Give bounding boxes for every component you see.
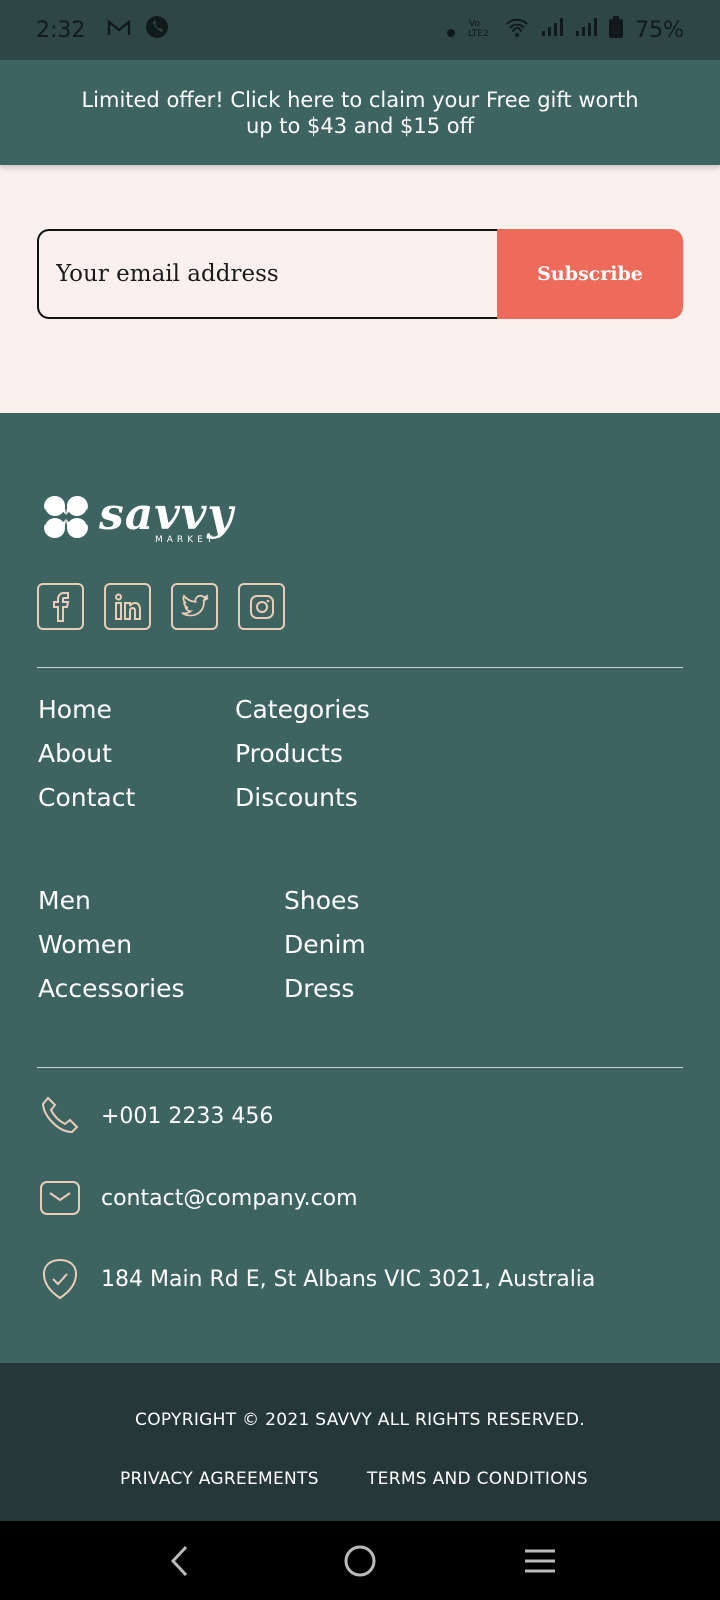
battery-percent: 75%	[635, 17, 684, 43]
contact-address-row: 184 Main Rd E, St Albans VIC 3021, Austr…	[37, 1256, 595, 1302]
contact-phone-row[interactable]: +001 2233 456	[37, 1093, 273, 1139]
footer-divider	[37, 1067, 683, 1068]
footer-link-discounts[interactable]: Discounts	[235, 783, 358, 812]
savvy-logo[interactable]: savvy MARKET	[37, 488, 234, 550]
copyright-text: COPYRIGHT © 2021 SAVVY ALL RIGHTS RESERV…	[135, 1410, 585, 1430]
footer-link-contact[interactable]: Contact	[38, 783, 135, 812]
phone-icon	[145, 15, 169, 45]
signal-icon	[575, 17, 598, 43]
mail-icon	[37, 1175, 83, 1221]
home-icon[interactable]	[335, 1536, 385, 1586]
offer-banner[interactable]: Limited offer! Click here to claim your …	[0, 60, 720, 165]
back-icon[interactable]	[155, 1536, 205, 1586]
gmail-icon	[107, 18, 131, 43]
footer-link-categories[interactable]: Categories	[235, 695, 370, 724]
linkedin-icon[interactable]	[104, 583, 151, 630]
footer-link-men[interactable]: Men	[38, 886, 91, 915]
twitter-icon[interactable]	[171, 583, 218, 630]
contact-address: 184 Main Rd E, St Albans VIC 3021, Austr…	[101, 1266, 596, 1292]
logo-wordmark: savvy	[99, 489, 234, 540]
svg-text:Vo: Vo	[469, 19, 480, 29]
wifi-icon	[505, 16, 529, 44]
offer-banner-line1: Limited offer! Click here to claim your …	[81, 88, 639, 112]
phone-icon	[37, 1093, 83, 1139]
privacy-link[interactable]: PRIVACY AGREEMENTS	[120, 1469, 319, 1489]
logo-subtitle: MARKET	[155, 535, 217, 545]
footer-link-products[interactable]: Products	[235, 739, 343, 768]
status-time: 2:32	[36, 17, 86, 43]
contact-email: contact@company.com	[101, 1185, 358, 1211]
clover-logo-icon	[37, 488, 95, 550]
footer-link-accessories[interactable]: Accessories	[38, 974, 185, 1003]
system-nav-bar	[0, 1521, 720, 1600]
svg-text:LTE2: LTE2	[468, 29, 489, 38]
volte-icon: Vo LTE2	[467, 16, 493, 44]
menu-icon[interactable]	[515, 1536, 565, 1586]
signal-icon	[541, 17, 564, 43]
footer-link-about[interactable]: About	[38, 739, 112, 768]
contact-phone: +001 2233 456	[101, 1103, 274, 1129]
footer-link-home[interactable]: Home	[38, 695, 112, 724]
social-links	[37, 583, 285, 630]
facebook-icon[interactable]	[37, 583, 84, 630]
subscribe-button[interactable]: Subscribe	[497, 229, 683, 319]
contact-email-row[interactable]: contact@company.com	[37, 1175, 358, 1221]
footer-link-shoes[interactable]: Shoes	[284, 886, 359, 915]
offer-banner-line2: up to $43 and $15 off	[245, 114, 475, 138]
footer-link-denim[interactable]: Denim	[284, 930, 366, 959]
footer: savvy MARKET Home About Contact Categori…	[0, 413, 720, 1363]
instagram-icon[interactable]	[238, 583, 285, 630]
footer-divider	[37, 667, 683, 668]
battery-icon	[609, 16, 624, 44]
footer-link-dress[interactable]: Dress	[284, 974, 354, 1003]
newsletter-form: Subscribe	[37, 229, 683, 319]
terms-link[interactable]: TERMS AND CONDITIONS	[367, 1469, 588, 1489]
status-bar: 2:32 Vo LTE2 75%	[0, 0, 720, 60]
dot-icon	[447, 18, 456, 43]
footer-link-women[interactable]: Women	[38, 930, 132, 959]
location-shield-icon	[37, 1256, 83, 1302]
email-input[interactable]	[37, 229, 497, 319]
copyright-bar: COPYRIGHT © 2021 SAVVY ALL RIGHTS RESERV…	[0, 1363, 720, 1521]
newsletter-section: Subscribe	[0, 165, 720, 413]
